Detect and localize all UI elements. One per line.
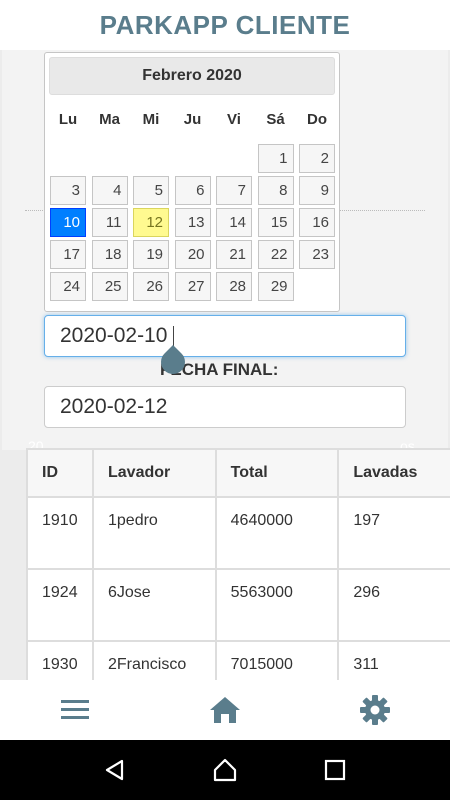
home-circle-icon	[213, 758, 237, 782]
cell-total: 4640000	[214, 496, 340, 570]
weekday-header: Vi	[227, 111, 241, 128]
calendar-day[interactable]: 1	[257, 144, 294, 173]
settings-button[interactable]	[345, 680, 405, 740]
cell-lavador: 2Francisco	[92, 640, 217, 680]
cell-total: 7015000	[214, 640, 340, 680]
column-header-id: ID	[26, 448, 94, 498]
calendar-day[interactable]: 25	[91, 272, 128, 301]
calendar-day[interactable]: 28	[216, 272, 252, 301]
results-table-container[interactable]: ID Lavador Total Lavadas 1910 1pedro 464…	[26, 448, 450, 680]
datepicker-header: Febrero 2020	[49, 57, 335, 95]
app-header: PARKAPP CLIENTE	[0, 0, 450, 50]
weekday-header: Ma	[99, 111, 120, 128]
calendar-day[interactable]: 9	[299, 176, 335, 205]
end-date-input[interactable]	[44, 386, 406, 428]
calendar-day[interactable]: 6	[174, 176, 211, 205]
table-header-row: ID Lavador Total Lavadas	[26, 448, 450, 498]
table-row[interactable]: 1924 6Jose 5563000 296	[26, 568, 450, 642]
calendar-day[interactable]: 18	[91, 240, 128, 269]
calendar-day[interactable]: 10	[50, 208, 86, 237]
calendar-day[interactable]: 5	[133, 176, 169, 205]
table-row[interactable]: 1910 1pedro 4640000 197	[26, 496, 450, 570]
menu-icon	[61, 700, 89, 719]
weekday-header: Lu	[58, 111, 78, 128]
column-header-total: Total	[214, 448, 340, 498]
datepicker-month-label: Febrero 2020	[142, 67, 242, 84]
calendar-day[interactable]: 14	[216, 208, 252, 237]
cell-id: 1924	[26, 568, 94, 642]
recents-icon	[324, 759, 346, 781]
datepicker-popup: Febrero 2020 Lu Ma Mi Ju Vi Sá Do 1 2 3 4 5 6 7 8 9 10 1…	[44, 52, 340, 312]
calendar-day[interactable]: 20	[174, 240, 211, 269]
home-button[interactable]	[195, 680, 255, 740]
cell-total: 5563000	[214, 568, 340, 642]
calendar-day[interactable]: 29	[257, 272, 294, 301]
app-title: PARKAPP CLIENTE	[99, 9, 351, 40]
calendar-day[interactable]: 22	[257, 240, 294, 269]
column-header-lavadas: Lavadas	[337, 448, 450, 498]
bottom-navigation	[0, 680, 450, 740]
column-header-lavador: Lavador	[92, 448, 217, 498]
table-row[interactable]: 1930 2Francisco 7015000 311	[26, 640, 450, 680]
home-icon	[210, 697, 240, 723]
weekday-header: Ju	[183, 111, 202, 128]
cell-lavador: 6Jose	[92, 568, 217, 642]
cell-lavador: 1pedro	[92, 496, 217, 570]
cell-lavadas: 296	[337, 568, 450, 642]
calendar-day[interactable]: 13	[174, 208, 211, 237]
calendar-day[interactable]: 19	[133, 240, 169, 269]
cell-id: 1930	[26, 640, 94, 680]
calendar-day[interactable]: 15	[257, 208, 294, 237]
weekday-header: Do	[307, 111, 327, 128]
weekday-header: Sá	[266, 111, 285, 128]
cell-lavadas: 197	[337, 496, 450, 570]
calendar-day[interactable]: 4	[91, 176, 128, 205]
calendar-day[interactable]: 8	[257, 176, 294, 205]
settings-icon	[360, 695, 390, 725]
calendar-day[interactable]: 26	[133, 272, 169, 301]
menu-button[interactable]	[45, 680, 105, 740]
calendar-day[interactable]: 23	[299, 240, 335, 269]
calendar-day[interactable]: 2	[299, 144, 335, 173]
weekday-header: Mi	[142, 111, 160, 128]
back-icon	[105, 759, 124, 781]
calendar-day[interactable]: 16	[299, 208, 335, 237]
results-table: ID Lavador Total Lavadas 1910 1pedro 464…	[26, 448, 450, 680]
cell-lavadas: 311	[337, 640, 450, 680]
calendar-day[interactable]: 7	[216, 176, 252, 205]
calendar-day[interactable]: 21	[216, 240, 252, 269]
system-back-button[interactable]	[90, 745, 140, 795]
system-recents-button[interactable]	[310, 745, 360, 795]
system-home-button[interactable]	[200, 745, 250, 795]
calendar-day[interactable]: 27	[174, 272, 211, 301]
calendar-day[interactable]: 11	[91, 208, 128, 237]
cell-id: 1910	[26, 496, 94, 570]
calendar-day[interactable]: 17	[50, 240, 86, 269]
calendar-day[interactable]: 24	[50, 272, 86, 301]
calendar-day[interactable]: 3	[50, 176, 86, 205]
system-navigation-bar	[0, 740, 450, 800]
start-date-input[interactable]	[44, 315, 406, 357]
calendar-day[interactable]: 12	[133, 208, 169, 237]
